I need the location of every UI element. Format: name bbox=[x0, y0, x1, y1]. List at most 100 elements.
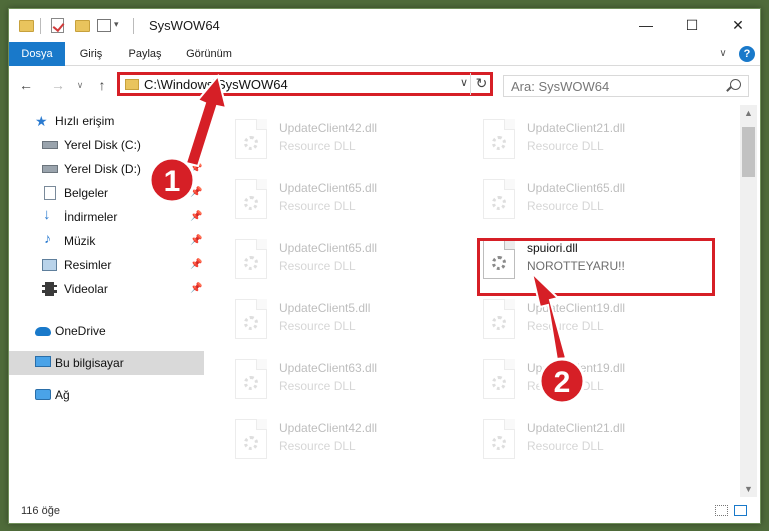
tab-home[interactable]: Giriş bbox=[73, 42, 109, 66]
file-item[interactable]: UpdateClient21.dll Resource DLL bbox=[457, 413, 697, 465]
help-icon[interactable]: ? bbox=[739, 46, 755, 62]
address-bar[interactable]: C:\Windows\SysWOW64 ∨ ↻ bbox=[117, 72, 493, 96]
tab-view[interactable]: Görünüm bbox=[179, 42, 239, 66]
file-name: UpdateClient65.dll bbox=[279, 181, 378, 195]
gear-icon bbox=[244, 436, 258, 450]
search-input[interactable]: Ara: SysWOW64 bbox=[503, 75, 749, 97]
sidebar-item-local-disk-c[interactable]: Yerel Disk (C:) 📌 bbox=[9, 133, 204, 157]
dll-file-icon bbox=[235, 179, 267, 219]
file-item[interactable]: UpdateClient42.dll Resource DLL bbox=[209, 413, 449, 465]
new-folder-icon[interactable] bbox=[75, 20, 90, 32]
item-count: 116 öğe bbox=[21, 505, 60, 517]
gear-icon bbox=[244, 136, 258, 150]
sidebar-item-downloads[interactable]: ↓ İndirmeler 📌 bbox=[9, 205, 204, 229]
gear-icon bbox=[492, 436, 506, 450]
sidebar-item-label: Bu bilgisayar bbox=[55, 356, 124, 370]
tab-file[interactable]: Dosya bbox=[9, 42, 65, 66]
sidebar-item-label: OneDrive bbox=[55, 324, 106, 338]
pin-icon[interactable]: 📌 bbox=[190, 133, 202, 157]
navigation-pane: ★ Hızlı erişim Yerel Disk (C:) 📌 Yerel D… bbox=[9, 105, 207, 497]
address-path[interactable]: C:\Windows\SysWOW64 bbox=[144, 77, 288, 92]
file-item[interactable]: UpdateClient42.dll Resource DLL bbox=[209, 113, 449, 165]
sidebar-item-documents[interactable]: Belgeler 📌 bbox=[9, 181, 204, 205]
file-description: Resource DLL bbox=[527, 379, 604, 393]
scroll-down-icon[interactable]: ▼ bbox=[744, 484, 753, 494]
file-item[interactable]: UpdateClient63.dll Resource DLL bbox=[209, 353, 449, 405]
gear-icon bbox=[492, 316, 506, 330]
file-item[interactable]: UpdateClient21.dll Resource DLL bbox=[457, 113, 697, 165]
recent-locations-button[interactable]: ∨ bbox=[71, 77, 89, 93]
file-description: Resource DLL bbox=[279, 259, 356, 273]
sidebar-item-onedrive[interactable]: OneDrive bbox=[9, 319, 204, 343]
maximize-button[interactable]: ☐ bbox=[669, 9, 715, 41]
up-button[interactable]: ↑ bbox=[93, 77, 111, 93]
tiles-view-icon[interactable] bbox=[734, 505, 747, 516]
close-button[interactable]: ✕ bbox=[715, 9, 761, 41]
customize-quick-access-icon[interactable]: ▾ bbox=[114, 19, 119, 35]
documents-icon bbox=[44, 186, 56, 200]
file-name: UpdateClient5.dll bbox=[279, 301, 371, 315]
folder-icon[interactable] bbox=[19, 20, 34, 32]
dll-file-icon bbox=[235, 119, 267, 159]
downloads-icon: ↓ bbox=[43, 206, 51, 223]
sidebar-item-label: İndirmeler bbox=[64, 210, 118, 224]
file-item[interactable]: UpdateClient19.dll Resource DLL bbox=[457, 293, 697, 345]
gear-icon bbox=[492, 376, 506, 390]
file-description: Resource DLL bbox=[279, 199, 356, 213]
properties-icon[interactable] bbox=[51, 18, 64, 33]
sidebar-item-videos[interactable]: Videolar 📌 bbox=[9, 277, 204, 301]
navigation-bar: ← → ∨ ↑ C:\Windows\SysWOW64 ∨ ↻ Ara: Sys… bbox=[9, 67, 760, 103]
forward-button[interactable]: → bbox=[49, 77, 67, 93]
file-description: Resource DLL bbox=[527, 439, 604, 453]
sidebar-item-network[interactable]: Ağ bbox=[9, 383, 204, 407]
file-item[interactable]: UpdateClient5.dll Resource DLL bbox=[209, 293, 449, 345]
music-icon: ♪ bbox=[44, 230, 51, 246]
file-item[interactable]: UpdateClient65.dll Resource DLL bbox=[209, 173, 449, 225]
ribbon-expand-icon[interactable]: ∨ bbox=[715, 42, 731, 66]
toolbar-divider bbox=[40, 18, 41, 34]
search-icon[interactable] bbox=[730, 79, 741, 90]
sidebar-item-this-pc[interactable]: Bu bilgisayar bbox=[9, 351, 204, 375]
sidebar-item-label: Yerel Disk (D:) bbox=[64, 162, 141, 176]
refresh-button[interactable]: ↻ bbox=[470, 73, 492, 95]
file-name: UpdateClient42.dll bbox=[279, 421, 378, 435]
file-list: UpdateClient42.dll Resource DLL UpdateCl… bbox=[209, 105, 739, 497]
sidebar-item-music[interactable]: ♪ Müzik 📌 bbox=[9, 229, 204, 253]
dll-file-icon bbox=[235, 359, 267, 399]
dll-file-icon bbox=[235, 239, 267, 279]
pin-icon[interactable]: 📌 bbox=[190, 253, 202, 277]
pin-icon[interactable]: 📌 bbox=[190, 205, 202, 229]
file-item[interactable]: UpdateClient65.dll Resource DLL bbox=[209, 233, 449, 285]
file-item[interactable]: UpdateClient65.dll Resource DLL bbox=[457, 173, 697, 225]
scroll-up-icon[interactable]: ▲ bbox=[744, 108, 753, 118]
file-name: UpdateClient42.dll bbox=[279, 121, 378, 135]
file-name: UpdateClient65.dll bbox=[527, 181, 626, 195]
view-options-icon[interactable] bbox=[97, 19, 111, 32]
scroll-thumb[interactable] bbox=[742, 127, 755, 177]
file-description: Resource DLL bbox=[279, 319, 356, 333]
vertical-scrollbar[interactable]: ▲ ▼ bbox=[740, 105, 757, 497]
sidebar-item-quick-access[interactable]: ★ Hızlı erişim bbox=[9, 109, 204, 133]
address-dropdown-button[interactable]: ∨ bbox=[460, 76, 468, 89]
search-placeholder: Ara: SysWOW64 bbox=[511, 79, 610, 94]
pin-icon[interactable]: 📌 bbox=[190, 229, 202, 253]
sidebar-item-local-disk-d[interactable]: Yerel Disk (D:) 📌 bbox=[9, 157, 204, 181]
details-view-icon[interactable] bbox=[715, 505, 728, 516]
file-item[interactable]: UpdateClient19.dll Resource DLL bbox=[457, 353, 697, 405]
ribbon-tabs: Dosya Giriş Paylaş Görünüm ∨ ? bbox=[9, 42, 760, 66]
sidebar-item-pictures[interactable]: Resimler 📌 bbox=[9, 253, 204, 277]
file-name: UpdateClient21.dll bbox=[527, 121, 626, 135]
gear-icon bbox=[244, 256, 258, 270]
tab-share[interactable]: Paylaş bbox=[123, 42, 167, 66]
dll-file-icon bbox=[235, 419, 267, 459]
pin-icon[interactable]: 📌 bbox=[190, 157, 202, 181]
file-description: Resource DLL bbox=[527, 139, 604, 153]
drive-icon bbox=[42, 165, 58, 173]
file-name: UpdateClient19.dll bbox=[527, 301, 626, 315]
minimize-button[interactable]: — bbox=[623, 9, 669, 41]
back-button[interactable]: ← bbox=[17, 77, 35, 93]
pin-icon[interactable]: 📌 bbox=[190, 181, 202, 205]
dll-file-icon bbox=[483, 359, 515, 399]
pin-icon[interactable]: 📌 bbox=[190, 277, 202, 301]
gear-icon bbox=[244, 316, 258, 330]
